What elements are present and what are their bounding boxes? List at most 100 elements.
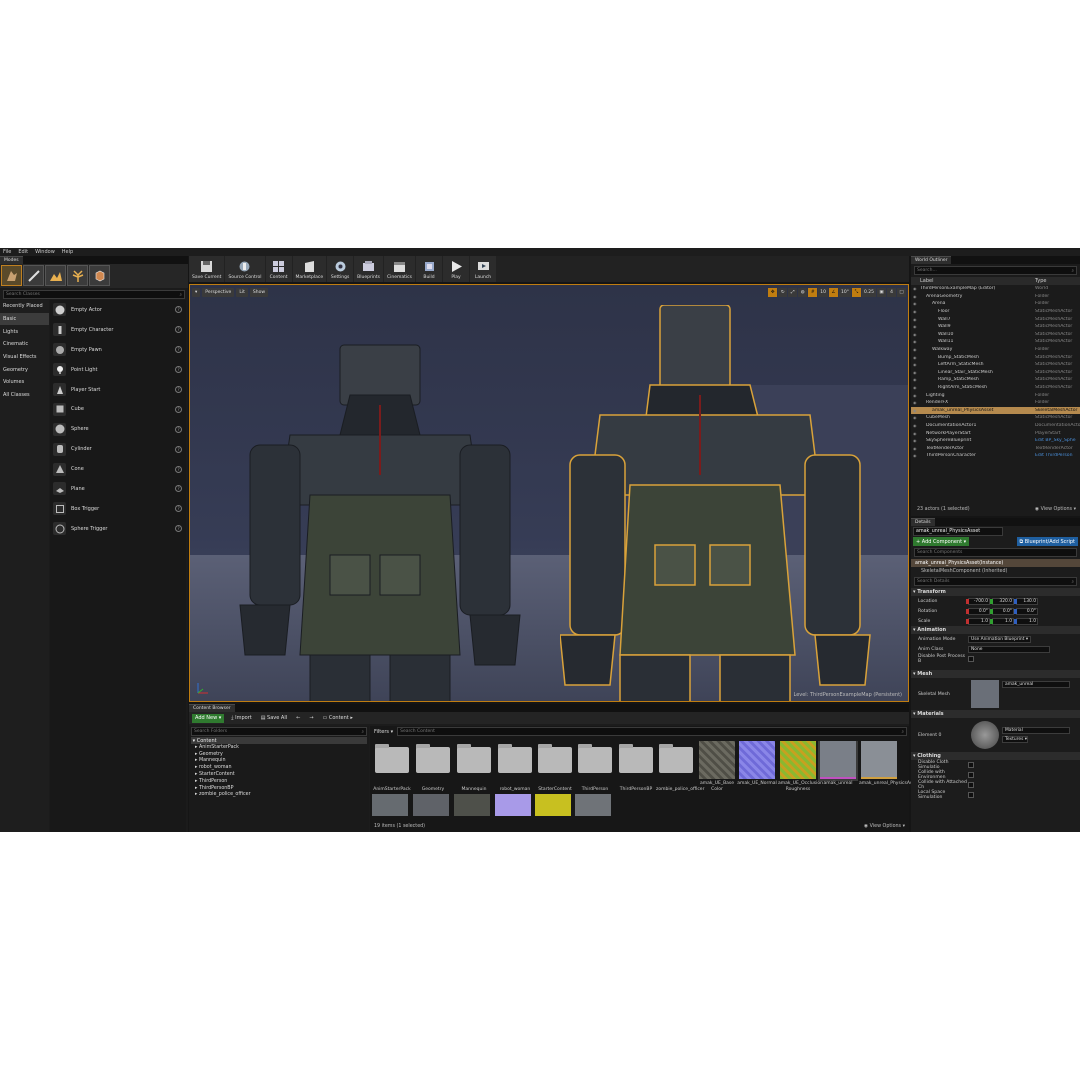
- eye-icon[interactable]: ◉: [911, 332, 920, 337]
- world-space-icon[interactable]: ◍: [798, 287, 808, 297]
- component-instance-row[interactable]: amak_unreal_PhysicsAsset(Instance): [911, 559, 1080, 567]
- rotation-y-field[interactable]: 0.0°: [990, 607, 1014, 615]
- settings-button[interactable]: Settings: [327, 256, 354, 282]
- eye-icon[interactable]: ◉: [911, 453, 920, 458]
- add-component-button[interactable]: + Add Component ▾: [913, 537, 970, 546]
- eye-icon[interactable]: ◉: [911, 431, 920, 436]
- place-item-empty-actor[interactable]: Empty Actor?: [50, 300, 186, 320]
- place-mode-icon[interactable]: [1, 265, 22, 286]
- tree-folder[interactable]: ▸ robot_woman: [195, 764, 369, 771]
- search-classes-input[interactable]: Search Classes ⌕: [3, 290, 185, 299]
- eye-icon[interactable]: ◉: [911, 309, 920, 314]
- clothing-section[interactable]: ▾ Clothing: [911, 752, 1080, 760]
- eye-icon[interactable]: ◉: [911, 446, 920, 451]
- eye-icon[interactable]: ◉: [911, 317, 920, 322]
- category-geometry[interactable]: Geometry: [0, 363, 49, 376]
- viewport-options-button[interactable]: ▾: [192, 287, 201, 297]
- modes-tab[interactable]: Modes: [0, 256, 23, 264]
- place-item-point-light[interactable]: Point Light?: [50, 360, 186, 380]
- category-recently-placed[interactable]: Recently Placed: [0, 300, 49, 313]
- help-icon[interactable]: ?: [175, 445, 182, 453]
- place-item-cone[interactable]: Cone?: [50, 459, 186, 479]
- rotation-snap-value[interactable]: 10°: [838, 287, 851, 297]
- geometry-mode-icon[interactable]: [89, 265, 110, 286]
- outliner-row[interactable]: ◉ ThirdPersonExampleMap (Editor) World: [911, 285, 1080, 293]
- cloth-checkbox[interactable]: [968, 772, 974, 778]
- outliner-row[interactable]: ◉ Bump_StaticMesh StaticMeshActor: [911, 353, 1080, 361]
- eye-icon[interactable]: ◉: [911, 438, 920, 443]
- place-item-sphere-trigger[interactable]: Sphere Trigger?: [50, 519, 186, 539]
- asset-folder[interactable]: ThirdPerson: [575, 741, 615, 793]
- help-icon[interactable]: ?: [175, 425, 182, 433]
- rotation-snap-icon[interactable]: ∠: [828, 287, 838, 297]
- place-item-player-start[interactable]: Player Start?: [50, 380, 186, 400]
- scale-x-field[interactable]: 1.0: [966, 617, 990, 625]
- asset-thumbnail[interactable]: [495, 794, 531, 816]
- menu-file[interactable]: File: [3, 249, 11, 255]
- tree-root-content[interactable]: ▾ Content: [191, 737, 367, 744]
- tree-folder[interactable]: ▸ ThirdPersonBP: [195, 785, 369, 792]
- help-icon[interactable]: ?: [175, 306, 182, 314]
- asset-folder[interactable]: StarterContent: [535, 741, 575, 793]
- lit-button[interactable]: Lit: [236, 287, 248, 297]
- search-folders-input[interactable]: Search Folders ⌕: [191, 727, 367, 736]
- help-icon[interactable]: ?: [175, 485, 182, 493]
- eye-icon[interactable]: ◉: [911, 294, 920, 299]
- paint-mode-icon[interactable]: [23, 265, 44, 286]
- rotation-z-field[interactable]: 0.0°: [1014, 607, 1038, 615]
- eye-icon[interactable]: ◉: [911, 355, 920, 360]
- help-icon[interactable]: ?: [175, 405, 182, 413]
- eye-icon[interactable]: ◉: [911, 393, 920, 398]
- asset-thumbnail[interactable]: [454, 794, 490, 816]
- camera-speed-value[interactable]: 4: [887, 287, 896, 297]
- asset-physics-asset[interactable]: amak_unreal_PhysicsAsset: [859, 741, 919, 787]
- anim-class-dropdown[interactable]: None: [968, 645, 1050, 653]
- place-item-cylinder[interactable]: Cylinder?: [50, 439, 186, 459]
- marketplace-button[interactable]: Marketplace: [292, 256, 327, 282]
- outliner-row[interactable]: ◉ Wall11 StaticMeshActor: [911, 338, 1080, 346]
- outliner-row[interactable]: ◉ LeftArm_StaticMesh StaticMeshActor: [911, 361, 1080, 369]
- landscape-mode-icon[interactable]: [45, 265, 66, 286]
- camera-speed-icon[interactable]: ▣: [877, 287, 886, 297]
- eye-icon[interactable]: ◉: [911, 347, 920, 352]
- category-all-classes[interactable]: All Classes: [0, 389, 49, 402]
- outliner-row[interactable]: ◉ ArenaGeometry Folder: [911, 293, 1080, 301]
- eye-icon[interactable]: ◉: [911, 362, 920, 367]
- eye-icon[interactable]: ◉: [911, 408, 920, 413]
- tree-folder[interactable]: ▸ ThirdPerson: [195, 778, 369, 785]
- eye-icon[interactable]: ◉: [911, 324, 920, 329]
- import-button[interactable]: ⤓ Import: [229, 714, 253, 723]
- component-row[interactable]: SkeletalMeshComponent (Inherited): [911, 567, 1080, 575]
- outliner-row[interactable]: ◉ ThirdPersonCharacter Edit ThirdPerson: [911, 452, 1080, 460]
- source-control-button[interactable]: Source Control: [225, 256, 265, 282]
- maximize-viewport-icon[interactable]: □: [897, 287, 906, 297]
- grid-snap-icon[interactable]: #: [808, 287, 818, 297]
- search-content-input[interactable]: Search Content ⌕: [397, 727, 907, 736]
- place-item-empty-pawn[interactable]: Empty Pawn?: [50, 340, 186, 360]
- mesh-section[interactable]: ▾ Mesh: [911, 670, 1080, 678]
- scale-snap-icon[interactable]: ⤡: [851, 287, 861, 297]
- help-icon[interactable]: ?: [175, 366, 182, 374]
- category-cinematic[interactable]: Cinematic: [0, 338, 49, 351]
- animation-mode-dropdown[interactable]: Use Animation Blueprint ▾: [968, 635, 1032, 643]
- outliner-row[interactable]: ◉ DocumentationActor1 DocumentationActor: [911, 422, 1080, 430]
- scale-tool-icon[interactable]: ⤢: [788, 287, 798, 297]
- tree-folder[interactable]: ▸ Mannequin: [195, 758, 369, 765]
- add-new-button[interactable]: Add New ▾: [192, 713, 225, 723]
- cloth-checkbox[interactable]: [968, 782, 974, 788]
- help-icon[interactable]: ?: [175, 465, 182, 473]
- help-icon[interactable]: ?: [175, 386, 182, 393]
- location-x-field[interactable]: -700.0: [966, 597, 990, 605]
- tree-folder[interactable]: ▸ AnimStarterPack: [195, 744, 369, 751]
- view-options-button[interactable]: ◉ View Options ▾: [864, 824, 905, 829]
- skeletal-mesh-dropdown[interactable]: amak_unreal: [1002, 681, 1070, 688]
- play-button[interactable]: Play: [443, 256, 470, 282]
- outliner-row[interactable]: ◉ NetworkPlayerStart PlayerStart: [911, 429, 1080, 437]
- asset-folder[interactable]: robot_woman: [495, 741, 535, 793]
- asset-folder[interactable]: Mannequin: [454, 741, 494, 793]
- tree-folder[interactable]: ▸ StarterContent: [195, 771, 369, 778]
- asset-skeletal-mesh-selected[interactable]: amak_unreal: [818, 741, 858, 786]
- asset-folder[interactable]: Geometry: [413, 741, 453, 793]
- content-browser-tab[interactable]: Content Browser: [189, 704, 235, 712]
- search-components-input[interactable]: Search Components: [914, 548, 1077, 557]
